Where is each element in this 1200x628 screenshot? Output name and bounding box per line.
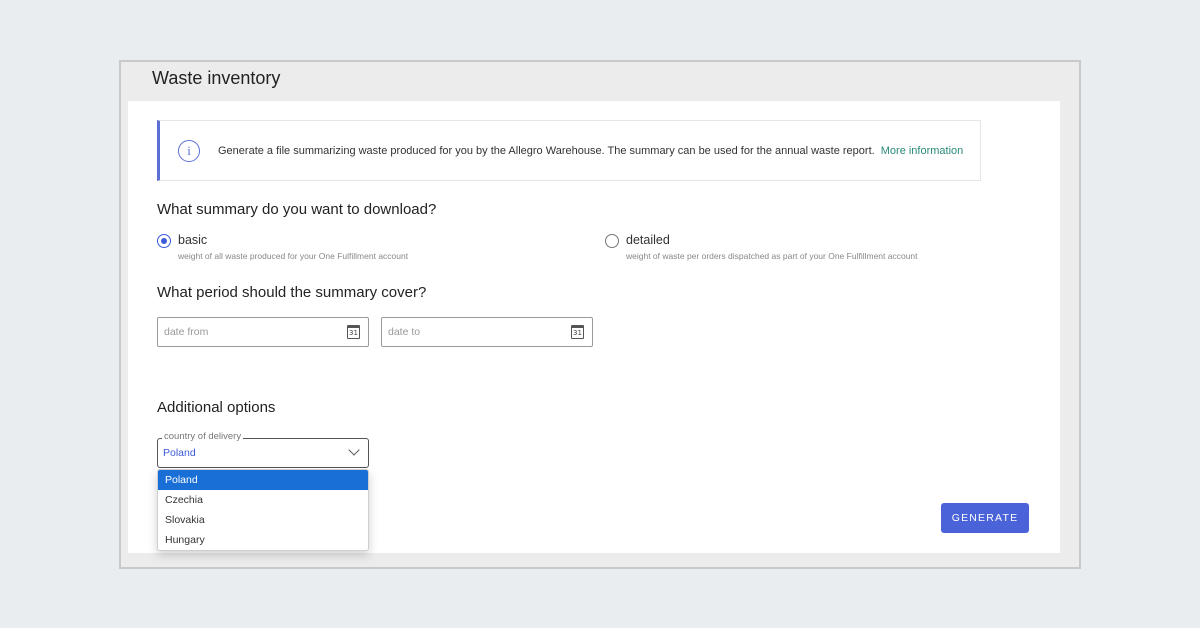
- radio-detailed-label: detailed: [626, 233, 670, 247]
- info-icon: i: [178, 139, 200, 162]
- radio-detailed-description: weight of waste per orders dispatched as…: [626, 251, 918, 261]
- info-message: Generate a file summarizing waste produc…: [218, 144, 875, 157]
- main-panel: i Generate a file summarizing waste prod…: [128, 101, 1060, 553]
- info-banner: i Generate a file summarizing waste prod…: [157, 120, 981, 181]
- radio-detailed[interactable]: [605, 234, 619, 248]
- dropdown-option-poland[interactable]: Poland: [158, 470, 368, 490]
- radio-basic[interactable]: [157, 234, 171, 248]
- generate-button[interactable]: GENERATE: [941, 503, 1029, 533]
- country-of-delivery-select[interactable]: country of delivery Poland: [157, 431, 369, 468]
- info-text: Generate a file summarizing waste produc…: [218, 145, 963, 157]
- country-dropdown-menu: Poland Czechia Slovakia Hungary: [157, 469, 369, 551]
- waste-inventory-window: Waste inventory i Generate a file summar…: [119, 60, 1081, 569]
- radio-basic-description: weight of all waste produced for your On…: [178, 251, 409, 261]
- additional-options-heading: Additional options: [157, 399, 276, 416]
- dropdown-option-slovakia[interactable]: Slovakia: [158, 510, 368, 530]
- dropdown-option-hungary[interactable]: Hungary: [158, 530, 368, 550]
- radio-basic-label: basic: [178, 233, 208, 247]
- summary-heading: What summary do you want to download?: [157, 201, 437, 218]
- dropdown-option-czechia[interactable]: Czechia: [158, 490, 368, 510]
- radio-option-basic[interactable]: basic: [157, 233, 207, 248]
- country-select-label: country of delivery: [162, 431, 244, 442]
- page-title: Waste inventory: [152, 68, 281, 88]
- calendar-icon[interactable]: 31: [571, 325, 584, 339]
- date-from-field[interactable]: date from 31: [157, 317, 369, 347]
- radio-option-detailed[interactable]: detailed: [605, 233, 670, 248]
- calendar-icon[interactable]: 31: [347, 325, 360, 339]
- date-to-field[interactable]: date to 31: [381, 317, 593, 347]
- more-information-link[interactable]: More information: [881, 145, 964, 157]
- date-to-placeholder: date to: [388, 326, 421, 338]
- date-from-placeholder: date from: [164, 326, 209, 338]
- country-select-value: Poland: [163, 447, 196, 459]
- period-heading: What period should the summary cover?: [157, 284, 427, 301]
